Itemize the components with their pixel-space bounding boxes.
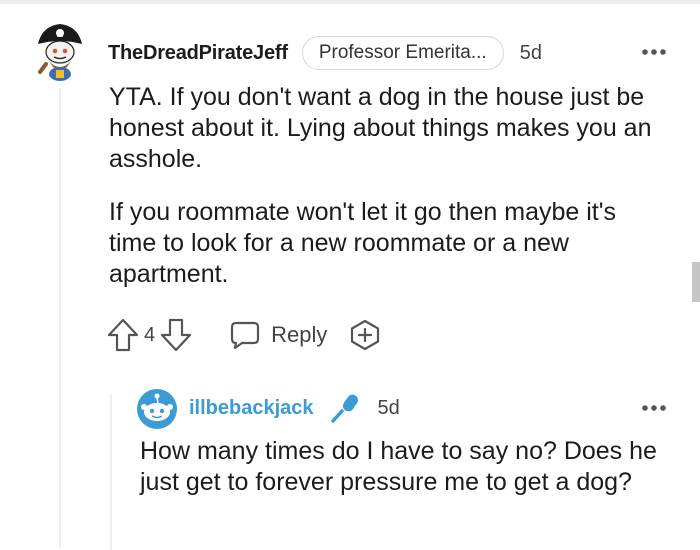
top-divider [0,0,700,4]
comment-username[interactable]: TheDreadPirateJeff [108,42,288,65]
downvote-arrow-icon[interactable] [159,317,193,353]
reply-body: How many times do I have to say no? Does… [140,437,657,496]
reply-button[interactable]: Reply [229,320,327,350]
comment-action-bar: 4 Reply [106,315,381,355]
reply-timestamp: 5d [377,396,400,419]
pirate-avatar-icon[interactable] [36,20,84,82]
award-plus-icon[interactable] [349,319,381,351]
comment-timestamp: 5d [519,41,542,64]
vote-count: 4 [144,323,156,346]
comment-header: TheDreadPirateJeff Professor Emerita... … [108,36,542,70]
user-flair: Professor Emerita... [301,36,504,70]
reply-header: illbebackjack 5d [189,393,400,423]
comment-thread-line[interactable] [59,88,61,548]
snoo-avatar-icon[interactable] [136,388,178,430]
scrollbar-thumb[interactable] [692,262,700,302]
reply-username[interactable]: illbebackjack [189,397,314,420]
comment-body-paragraph: YTA. If you don't want a dog in the hous… [109,83,652,173]
reply-label: Reply [271,322,328,347]
more-options-icon[interactable] [640,42,668,62]
comment-body-paragraph: If you roommate won't let it go then may… [109,198,617,288]
more-options-icon[interactable] [640,398,668,418]
reply-thread-line[interactable] [110,395,112,550]
upvote-arrow-icon[interactable] [106,317,140,353]
reply-bubble-icon [231,321,260,350]
microphone-icon [330,394,358,423]
